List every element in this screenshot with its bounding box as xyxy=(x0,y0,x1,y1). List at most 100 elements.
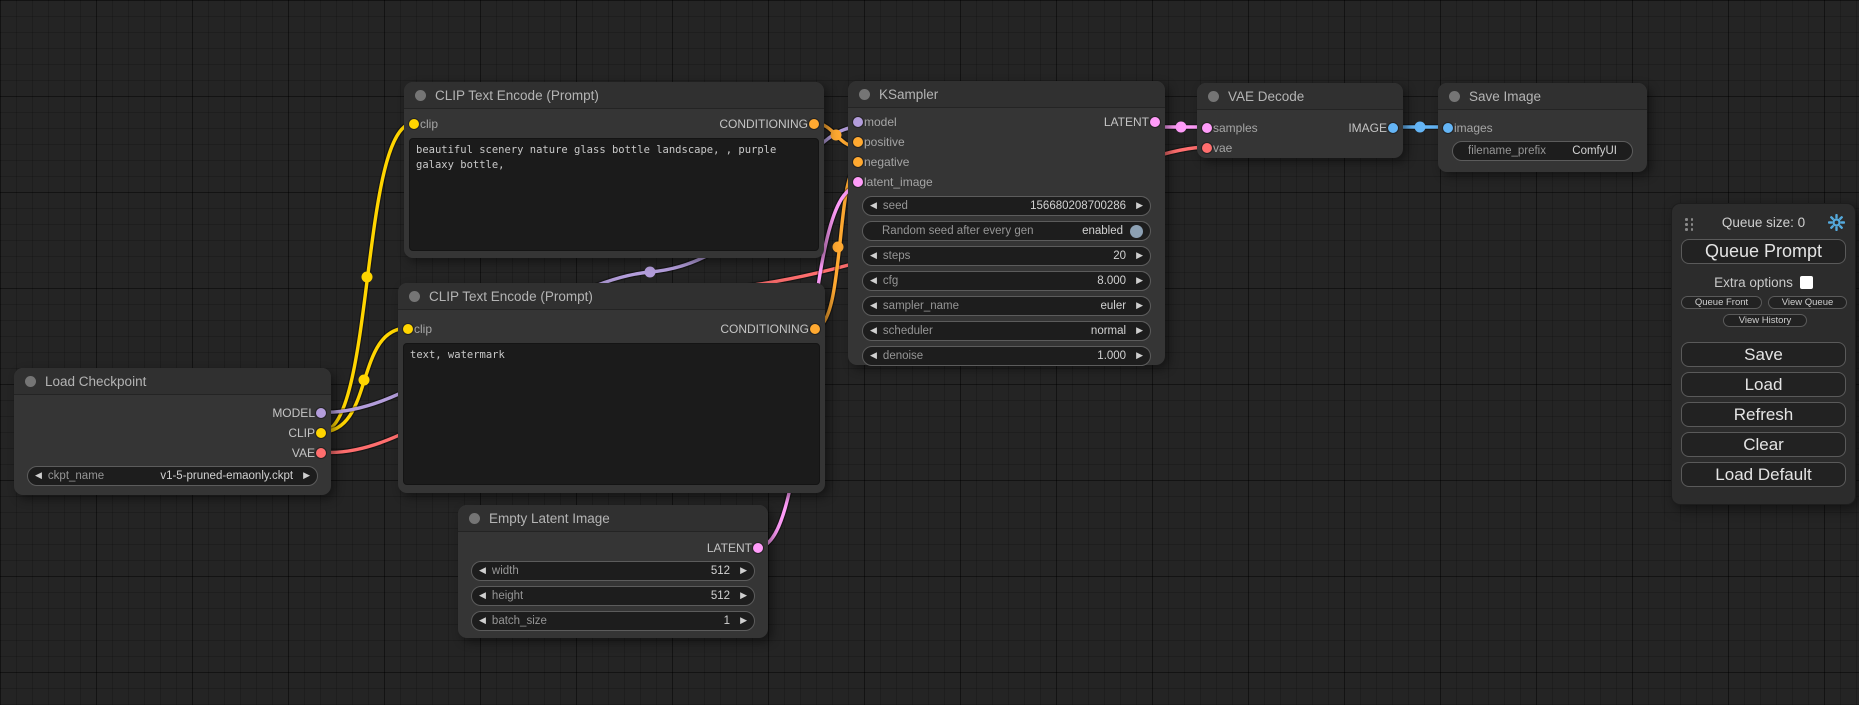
save-button[interactable]: Save xyxy=(1681,342,1846,367)
vae-input-port[interactable] xyxy=(1202,143,1212,153)
increment-arrow-icon[interactable]: ▶ xyxy=(740,617,747,626)
node-title-bar[interactable]: Empty Latent Image xyxy=(458,505,768,532)
conditioning-output-port[interactable] xyxy=(810,324,820,334)
increment-arrow-icon[interactable]: ▶ xyxy=(740,567,747,576)
latent-output-port[interactable] xyxy=(753,543,763,553)
clip-input-port[interactable] xyxy=(403,324,413,334)
port-row: vae xyxy=(1197,138,1403,158)
wire-checkpoint-clip-to-negative-prompt xyxy=(321,328,408,432)
port-row: clip CONDITIONING xyxy=(398,319,825,339)
collapse-dot-icon[interactable] xyxy=(415,90,426,101)
increment-arrow-icon[interactable]: ▶ xyxy=(1136,302,1143,311)
model-output-port[interactable] xyxy=(316,408,326,418)
random-seed-toggle-widget[interactable]: Random seed after every gen enabled xyxy=(862,221,1151,241)
decrement-arrow-icon[interactable]: ◀ xyxy=(479,617,486,626)
extra-options-checkbox[interactable] xyxy=(1800,276,1813,289)
decrement-arrow-icon[interactable]: ◀ xyxy=(870,302,877,311)
batch-size-widget[interactable]: ◀ batch_size 1 ▶ xyxy=(471,611,755,631)
prompt-textarea[interactable]: text, watermark xyxy=(403,343,820,485)
image-output-port[interactable] xyxy=(1388,123,1398,133)
conditioning-output-port[interactable] xyxy=(809,119,819,129)
node-title-bar[interactable]: CLIP Text Encode (Prompt) xyxy=(404,82,824,109)
output-row-latent: LATENT xyxy=(458,538,768,558)
collapse-dot-icon[interactable] xyxy=(469,513,480,524)
node-title-bar[interactable]: VAE Decode xyxy=(1197,83,1403,110)
clip-output-port[interactable] xyxy=(316,428,326,438)
node-title-bar[interactable]: CLIP Text Encode (Prompt) xyxy=(398,283,825,310)
refresh-button[interactable]: Refresh xyxy=(1681,402,1846,427)
clear-button[interactable]: Clear xyxy=(1681,432,1846,457)
decrement-arrow-icon[interactable]: ◀ xyxy=(870,327,877,336)
negative-input-port[interactable] xyxy=(853,157,863,167)
node-load-checkpoint[interactable]: Load Checkpoint MODEL CLIP VAE ◀ ckpt_na… xyxy=(14,368,331,495)
collapse-dot-icon[interactable] xyxy=(859,89,870,100)
samples-input-port[interactable] xyxy=(1202,123,1212,133)
latent-image-input-port[interactable] xyxy=(853,177,863,187)
height-widget[interactable]: ◀ height 512 ▶ xyxy=(471,586,755,606)
prompt-textarea[interactable]: beautiful scenery nature glass bottle la… xyxy=(409,138,819,251)
port-row: negative xyxy=(848,152,1165,172)
port-row: model LATENT xyxy=(848,112,1165,132)
node-ksampler[interactable]: KSampler model LATENT positive negative … xyxy=(848,81,1165,365)
queue-prompt-button[interactable]: Queue Prompt xyxy=(1681,239,1846,264)
collapse-dot-icon[interactable] xyxy=(409,291,420,302)
toggle-enabled-icon[interactable] xyxy=(1130,225,1143,238)
images-input-port[interactable] xyxy=(1443,123,1453,133)
increment-arrow-icon[interactable]: ▶ xyxy=(1136,277,1143,286)
node-clip-text-encode-negative[interactable]: CLIP Text Encode (Prompt) clip CONDITION… xyxy=(398,283,825,493)
latent-output-port[interactable] xyxy=(1150,117,1160,127)
decrement-arrow-icon[interactable]: ◀ xyxy=(870,352,877,361)
node-title: Empty Latent Image xyxy=(489,511,610,526)
sampler-name-widget[interactable]: ◀ sampler_name euler ▶ xyxy=(862,296,1151,316)
increment-arrow-icon[interactable]: ▶ xyxy=(1136,327,1143,336)
model-input-port[interactable] xyxy=(853,117,863,127)
node-title: CLIP Text Encode (Prompt) xyxy=(435,88,599,103)
increment-arrow-icon[interactable]: ▶ xyxy=(303,472,310,481)
increment-arrow-icon[interactable]: ▶ xyxy=(1136,252,1143,261)
collapse-dot-icon[interactable] xyxy=(25,376,36,387)
queue-front-button[interactable]: Queue Front xyxy=(1681,296,1762,309)
cfg-widget[interactable]: ◀ cfg 8.000 ▶ xyxy=(862,271,1151,291)
decrement-arrow-icon[interactable]: ◀ xyxy=(870,252,877,261)
increment-arrow-icon[interactable]: ▶ xyxy=(1136,202,1143,211)
port-row: images xyxy=(1438,118,1647,138)
load-default-button[interactable]: Load Default xyxy=(1681,462,1846,487)
filename-prefix-widget[interactable]: filename_prefix ComfyUI xyxy=(1452,141,1633,161)
increment-arrow-icon[interactable]: ▶ xyxy=(740,592,747,601)
collapse-dot-icon[interactable] xyxy=(1449,91,1460,102)
queue-menu-panel: Queue size: 0 Queue Prompt Extra xyxy=(1671,203,1856,505)
scheduler-widget[interactable]: ◀ scheduler normal ▶ xyxy=(862,321,1151,341)
width-widget[interactable]: ◀ width 512 ▶ xyxy=(471,561,755,581)
port-row: samples IMAGE xyxy=(1197,118,1403,138)
denoise-widget[interactable]: ◀ denoise 1.000 ▶ xyxy=(862,346,1151,366)
node-title: KSampler xyxy=(879,87,938,102)
extra-options-label: Extra options xyxy=(1714,275,1793,290)
node-save-image[interactable]: Save Image images filename_prefix ComfyU… xyxy=(1438,83,1647,172)
settings-gear-icon[interactable] xyxy=(1828,214,1845,236)
node-title: Save Image xyxy=(1469,89,1541,104)
vae-output-port[interactable] xyxy=(316,448,326,458)
ckpt-name-widget[interactable]: ◀ ckpt_name v1-5-pruned-emaonly.ckpt ▶ xyxy=(27,466,318,486)
node-title: VAE Decode xyxy=(1228,89,1304,104)
seed-widget[interactable]: ◀ seed 156680208700286 ▶ xyxy=(862,196,1151,216)
decrement-arrow-icon[interactable]: ◀ xyxy=(870,202,877,211)
positive-input-port[interactable] xyxy=(853,137,863,147)
load-button[interactable]: Load xyxy=(1681,372,1846,397)
view-queue-button[interactable]: View Queue xyxy=(1768,296,1847,309)
node-empty-latent-image[interactable]: Empty Latent Image LATENT ◀ width 512 ▶ … xyxy=(458,505,768,638)
decrement-arrow-icon[interactable]: ◀ xyxy=(479,592,486,601)
decrement-arrow-icon[interactable]: ◀ xyxy=(479,567,486,576)
node-title-bar[interactable]: Load Checkpoint xyxy=(14,368,331,395)
collapse-dot-icon[interactable] xyxy=(1208,91,1219,102)
output-row-model: MODEL xyxy=(14,403,331,423)
view-history-button[interactable]: View History xyxy=(1723,314,1807,327)
increment-arrow-icon[interactable]: ▶ xyxy=(1136,352,1143,361)
node-title-bar[interactable]: Save Image xyxy=(1438,83,1647,110)
node-vae-decode[interactable]: VAE Decode samples IMAGE vae xyxy=(1197,83,1403,158)
steps-widget[interactable]: ◀ steps 20 ▶ xyxy=(862,246,1151,266)
node-title-bar[interactable]: KSampler xyxy=(848,81,1165,108)
decrement-arrow-icon[interactable]: ◀ xyxy=(35,472,42,481)
decrement-arrow-icon[interactable]: ◀ xyxy=(870,277,877,286)
clip-input-port[interactable] xyxy=(409,119,419,129)
node-clip-text-encode-positive[interactable]: CLIP Text Encode (Prompt) clip CONDITION… xyxy=(404,82,824,258)
